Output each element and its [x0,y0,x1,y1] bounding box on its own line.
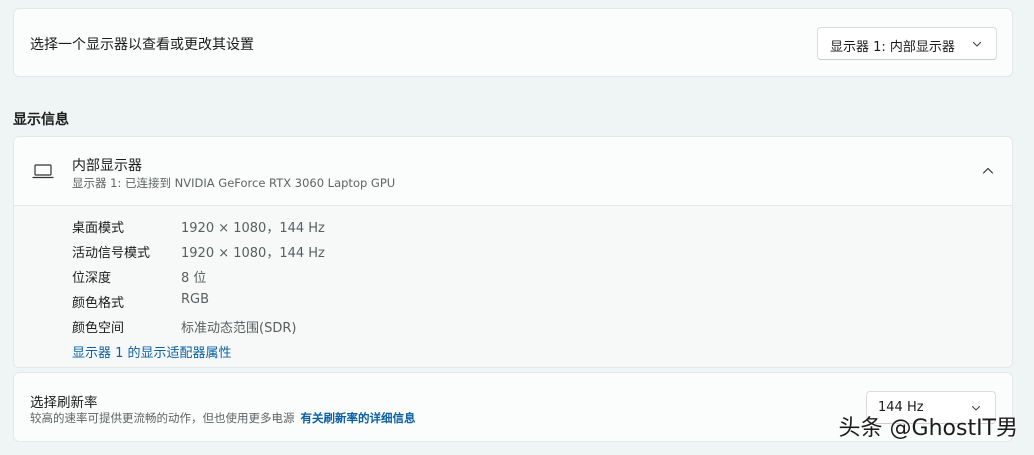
info-value: 1920 × 1080，144 Hz [181,246,325,261]
display-info-details: 桌面模式 1920 × 1080，144 Hz 活动信号模式 1920 × 10… [14,206,1012,367]
monitor-dropdown[interactable]: 显示器 1: 内部显示器 [817,27,997,60]
display-info-header[interactable]: 内部显示器 显示器 1: 已连接到 NVIDIA GeForce RTX 306… [14,137,1012,206]
refresh-rate-title: 选择刷新率 [30,395,98,411]
refresh-rate-description: 较高的速率可提供更流畅的动作，但也使用更多电源 有关刷新率的详细信息 [30,410,416,426]
laptop-icon [32,164,54,179]
info-label: 桌面模式 [72,221,125,236]
info-value: 标准动态范围(SDR) [181,321,297,336]
section-title: 显示信息 [13,112,69,128]
display-select-prompt: 选择一个显示器以查看或更改其设置 [30,37,254,53]
info-value: 1920 × 1080，144 Hz [181,221,325,236]
display-info-card: 内部显示器 显示器 1: 已连接到 NVIDIA GeForce RTX 306… [13,136,1013,368]
info-value: RGB [181,292,210,307]
chevron-down-icon [972,41,982,47]
info-label: 位深度 [72,271,112,286]
refresh-rate-info-link[interactable]: 有关刷新率的详细信息 [301,411,416,425]
adapter-properties-link[interactable]: 显示器 1 的显示适配器属性 [72,342,232,361]
monitor-dropdown-value: 显示器 1: 内部显示器 [830,40,955,55]
watermark: 头条 @GhostIT男 [838,416,1018,441]
display-name: 内部显示器 [72,158,142,174]
info-label: 活动信号模式 [72,246,151,261]
refresh-rate-description-text: 较高的速率可提供更流畅的动作，但也使用更多电源 [30,411,295,425]
info-label: 颜色格式 [72,296,125,311]
display-select-card: 选择一个显示器以查看或更改其设置 显示器 1: 内部显示器 [13,8,1013,77]
info-value: 8 位 [181,271,207,286]
display-connection-info: 显示器 1: 已连接到 NVIDIA GeForce RTX 3060 Lapt… [72,176,396,190]
info-label: 颜色空间 [72,321,125,336]
chevron-up-icon[interactable] [982,166,994,176]
